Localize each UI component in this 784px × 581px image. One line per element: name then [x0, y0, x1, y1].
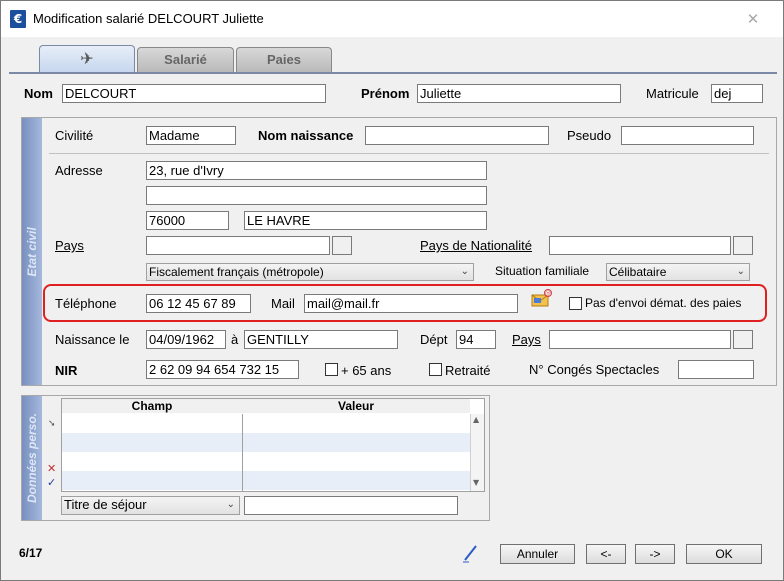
civilite-label: Civilité: [55, 128, 94, 143]
naissance-date-field[interactable]: 04/09/1962: [146, 330, 226, 349]
tab-tools[interactable]: ✈: [39, 45, 135, 73]
nom-naissance-field[interactable]: [365, 126, 549, 145]
retraite-label: Retraité: [445, 363, 491, 378]
adresse-line1-field[interactable]: 23, rue d'Ivry: [146, 161, 487, 180]
chevron-down-icon: ⌄: [460, 266, 469, 277]
naissance-label: Naissance le: [55, 332, 130, 347]
pays-naissance-lookup-button[interactable]: [733, 330, 753, 349]
divider: [49, 153, 769, 154]
nom-label: Nom: [24, 86, 53, 101]
send-email-icon[interactable]: @: [530, 288, 552, 310]
record-counter: 6/17: [19, 546, 43, 560]
tab-paies[interactable]: Paies: [236, 47, 332, 73]
dept-field[interactable]: 94: [456, 330, 496, 349]
a-label: à: [231, 332, 239, 347]
column-header-valeur[interactable]: Valeur: [242, 399, 470, 413]
naissance-lieu-field[interactable]: GENTILLY: [244, 330, 398, 349]
conges-field[interactable]: [678, 360, 754, 379]
dept-label: Dépt: [420, 332, 448, 347]
pays-lookup-button[interactable]: [332, 236, 352, 255]
table-row[interactable]: [62, 433, 470, 452]
matricule-label: Matricule: [646, 86, 699, 101]
prenom-field[interactable]: Juliette: [417, 84, 621, 103]
adresse-label: Adresse: [55, 163, 103, 178]
nom-naissance-label: Nom naissance: [258, 128, 354, 143]
fiscal-select-value: Fiscalement français (métropole): [149, 265, 324, 279]
previous-button[interactable]: <-: [586, 544, 626, 564]
pays-nationalite-field[interactable]: [549, 236, 731, 255]
telephone-field[interactable]: 06 12 45 67 89: [146, 294, 251, 313]
plus65-label: + 65 ans: [341, 363, 392, 378]
no-dematerialized-label: Pas d'envoi démat. des paies: [585, 296, 742, 310]
pays-nationalite-link[interactable]: Pays de Nationalité: [420, 238, 532, 253]
donnees-perso-band: Données perso.: [22, 396, 42, 520]
column-divider: [242, 414, 243, 491]
tools-icon: ✈: [80, 49, 94, 68]
tab-strip: ✈ Salarié Paies: [1, 37, 783, 73]
etat-civil-band-label: Etat civil: [25, 226, 39, 277]
donnees-perso-band-label: Données perso.: [25, 412, 39, 504]
pays-link[interactable]: Pays: [55, 238, 84, 253]
pseudo-label: Pseudo: [567, 128, 612, 143]
tab-salarie[interactable]: Salarié: [137, 47, 234, 73]
etat-civil-band: Etat civil: [22, 118, 42, 385]
validate-row-icon[interactable]: ✓: [47, 476, 56, 489]
table-scrollbar[interactable]: ▲ ▼: [470, 414, 484, 491]
column-header-champ[interactable]: Champ: [62, 399, 242, 413]
close-icon[interactable]: ✕: [743, 9, 763, 29]
pseudo-field[interactable]: [621, 126, 754, 145]
table-row[interactable]: [62, 452, 470, 471]
field-type-select[interactable]: Titre de séjour ⌄: [61, 496, 240, 515]
row-pointer-icon: ➘: [48, 419, 56, 429]
plus65-checkbox[interactable]: [325, 363, 338, 376]
dialog-window: € Modification salarié DELCOURT Juliette…: [0, 0, 784, 581]
civilite-field[interactable]: Madame: [146, 126, 236, 145]
situation-select[interactable]: Célibataire ⌄: [606, 263, 750, 281]
code-postal-field[interactable]: 76000: [146, 211, 229, 230]
mail-field[interactable]: mail@mail.fr: [304, 294, 518, 313]
donnees-perso-table[interactable]: Champ Valeur ▲ ▼: [61, 398, 485, 492]
app-logo-icon: €: [10, 10, 26, 28]
situation-label: Situation familiale: [495, 264, 590, 278]
nom-field[interactable]: DELCOURT: [62, 84, 326, 103]
window-title: Modification salarié DELCOURT Juliette: [33, 11, 264, 26]
matricule-field[interactable]: dej: [711, 84, 763, 103]
nir-label: NIR: [55, 363, 78, 378]
pays-field[interactable]: [146, 236, 330, 255]
pays-naissance-link[interactable]: Pays: [512, 332, 541, 347]
retraite-checkbox[interactable]: [429, 363, 442, 376]
field-value-input[interactable]: [244, 496, 458, 515]
title-bar: € Modification salarié DELCOURT Juliette…: [1, 1, 783, 37]
nir-field[interactable]: 2 62 09 94 654 732 15: [146, 360, 299, 379]
chevron-down-icon: ⌄: [226, 499, 235, 510]
svg-text:@: @: [545, 290, 551, 297]
conges-label: N° Congés Spectacles: [529, 362, 660, 377]
pen-icon[interactable]: [461, 543, 481, 563]
prenom-label: Prénom: [361, 86, 410, 101]
chevron-down-icon: ⌄: [736, 266, 745, 277]
no-dematerialized-checkbox[interactable]: [569, 297, 582, 310]
situation-select-value: Célibataire: [609, 265, 667, 279]
ok-button[interactable]: OK: [686, 544, 762, 564]
pays-nationalite-lookup-button[interactable]: [733, 236, 753, 255]
next-button[interactable]: ->: [635, 544, 675, 564]
adresse-line2-field[interactable]: [146, 186, 487, 205]
pays-naissance-field[interactable]: [549, 330, 731, 349]
fiscal-select[interactable]: Fiscalement français (métropole) ⌄: [146, 263, 474, 281]
field-type-select-value: Titre de séjour: [64, 497, 147, 512]
delete-row-icon[interactable]: ✕: [47, 462, 56, 475]
table-row[interactable]: [62, 471, 470, 490]
tab-underline: [9, 72, 777, 74]
mail-label: Mail: [271, 296, 295, 311]
telephone-label: Téléphone: [55, 296, 117, 311]
annuler-button[interactable]: Annuler: [500, 544, 575, 564]
ville-field[interactable]: LE HAVRE: [244, 211, 487, 230]
table-row[interactable]: [62, 414, 470, 433]
